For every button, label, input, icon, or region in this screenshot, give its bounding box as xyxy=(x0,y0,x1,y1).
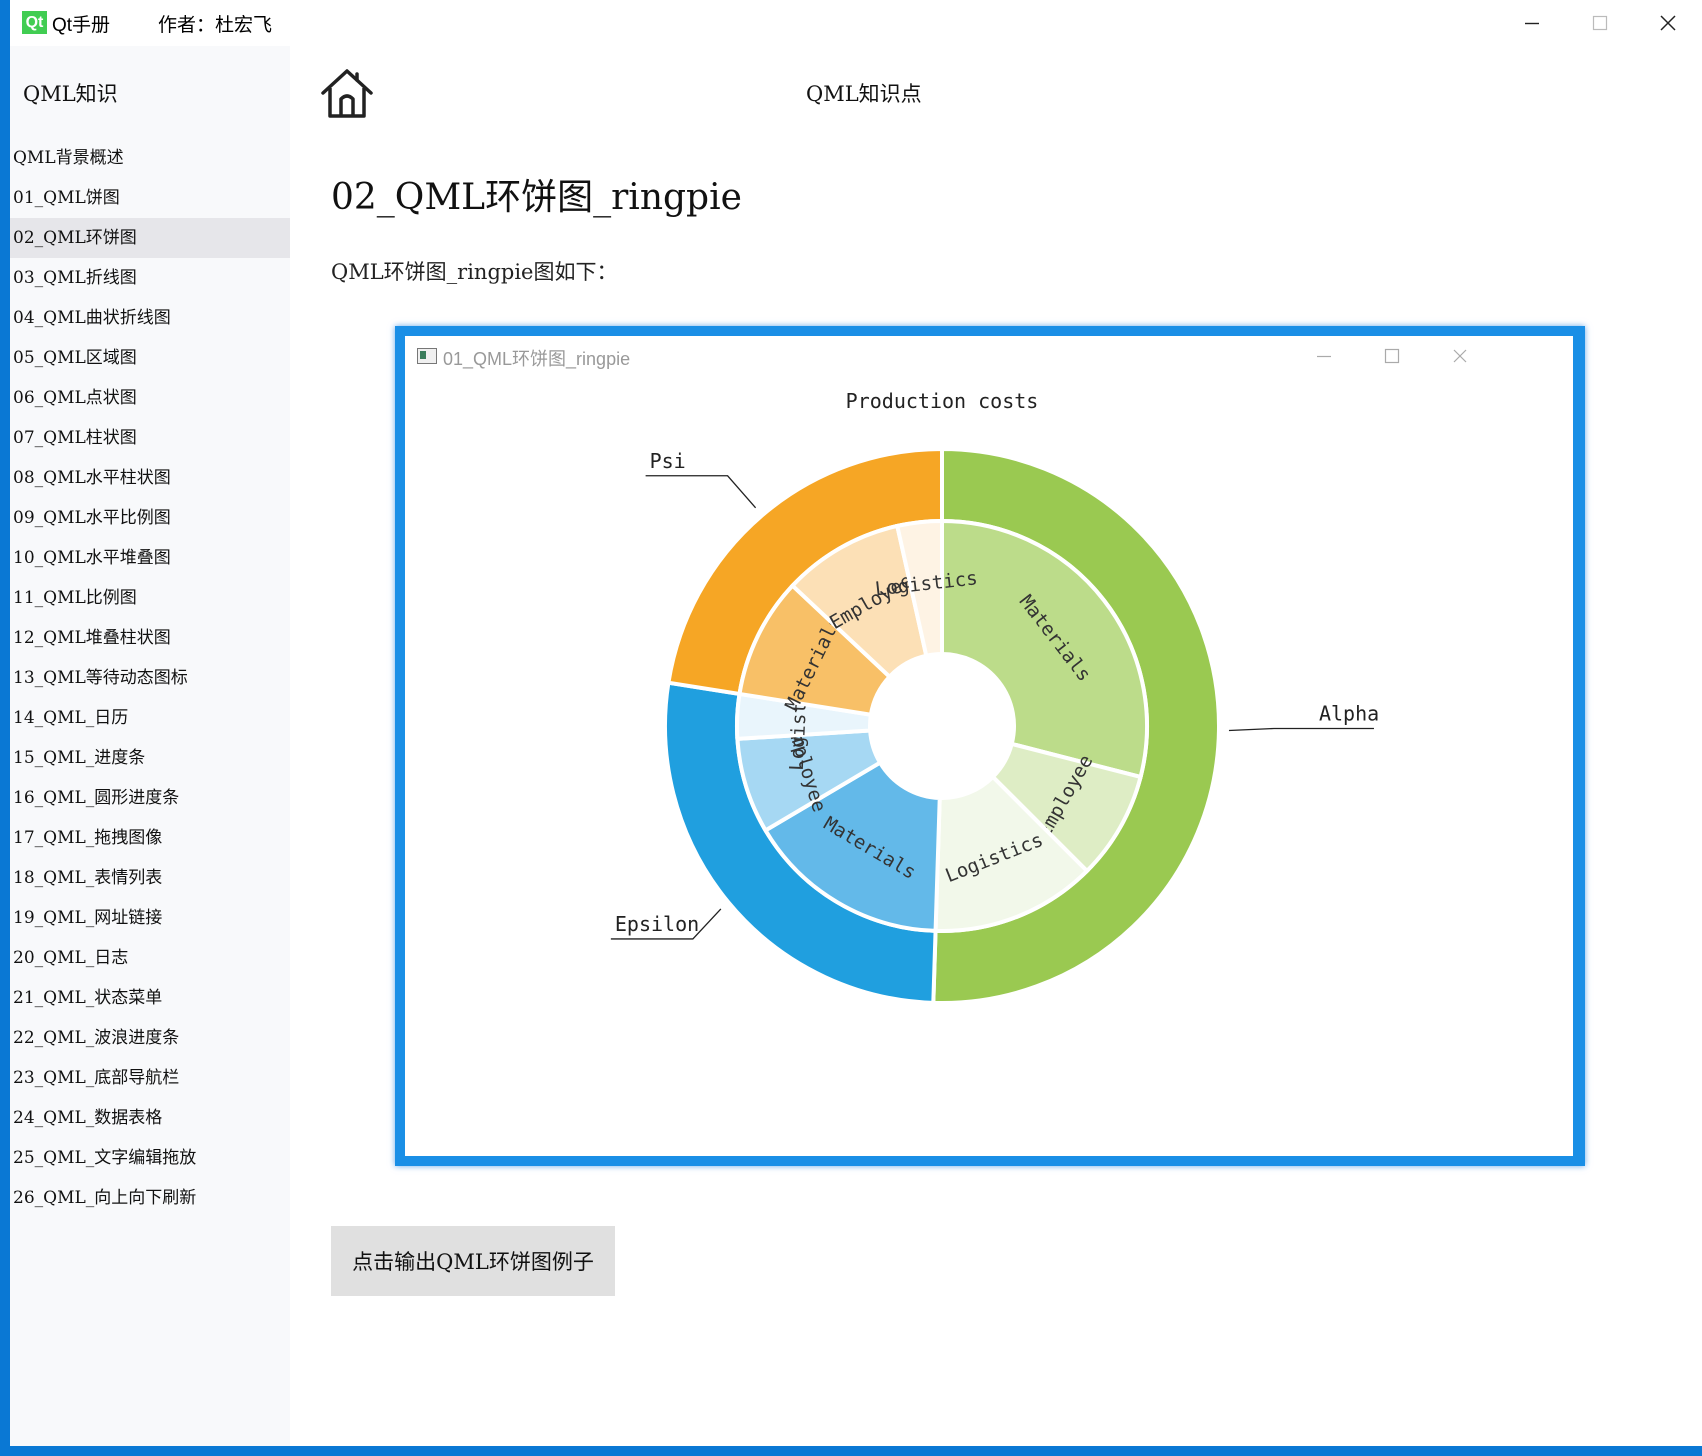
sidebar-item[interactable]: 25_QML_文字编辑拖放 xyxy=(10,1138,290,1178)
sidebar-item[interactable]: 01_QML饼图 xyxy=(10,178,290,218)
sidebar-item[interactable]: 03_QML折线图 xyxy=(10,258,290,298)
sidebar-item[interactable]: 18_QML_表情列表 xyxy=(10,858,290,898)
sidebar-item[interactable]: 13_QML等待动态图标 xyxy=(10,658,290,698)
sidebar-item[interactable]: 17_QML_拖拽图像 xyxy=(10,818,290,858)
sidebar-item[interactable]: 24_QML_数据表格 xyxy=(10,1098,290,1138)
sidebar-item[interactable]: 06_QML点状图 xyxy=(10,378,290,418)
output-example-button[interactable]: 点击输出QML环饼图例子 xyxy=(331,1226,615,1296)
sidebar-item[interactable]: 07_QML柱状图 xyxy=(10,418,290,458)
sidebar-item[interactable]: 05_QML区域图 xyxy=(10,338,290,378)
example-screenshot: 01_QML环饼图_ringpie Production costs Materi… xyxy=(395,326,1585,1166)
ring-pie-chart: Production costsMaterialsEmployeeLogisti… xyxy=(610,389,1379,1005)
sidebar-item[interactable]: 14_QML_日历 xyxy=(10,698,290,738)
header-title: QML知识点 xyxy=(806,82,922,106)
main-content: QML知识点 02_QML环饼图_ringpie QML环饼图_ringpie图… xyxy=(290,46,1702,1446)
sidebar-item[interactable]: 22_QML_波浪进度条 xyxy=(10,1018,290,1058)
outer-label: Epsilon xyxy=(615,912,699,936)
sidebar-item[interactable]: 15_QML_进度条 xyxy=(10,738,290,778)
example-window: 01_QML环饼图_ringpie Production costs Materi… xyxy=(405,336,1573,1156)
sidebar-item[interactable]: 23_QML_底部导航栏 xyxy=(10,1058,290,1098)
sidebar-item[interactable]: 11_QML比例图 xyxy=(10,578,290,618)
sidebar-item[interactable]: 16_QML_圆形进度条 xyxy=(10,778,290,818)
minimize-button[interactable] xyxy=(1498,0,1566,46)
leader-line xyxy=(645,475,757,509)
maximize-button[interactable] xyxy=(1566,0,1634,46)
minimize-icon xyxy=(1525,22,1539,25)
home-button[interactable] xyxy=(320,66,374,120)
sidebar-nav: QML背景概述 01_QML饼图 02_QML环饼图 03_QML折线图 04_QML曲… xyxy=(10,138,290,1218)
sidebar-item[interactable]: 10_QML水平堆叠图 xyxy=(10,538,290,578)
qt-logo-icon: Qt xyxy=(22,11,47,34)
sidebar-item[interactable]: 26_QML_向上向下刷新 xyxy=(10,1178,290,1218)
maximize-icon xyxy=(1592,15,1608,31)
outer-label: Psi xyxy=(650,449,686,473)
sidebar-item[interactable]: QML背景概述 xyxy=(10,138,290,178)
outer-label: Alpha xyxy=(1319,702,1379,726)
home-icon xyxy=(321,69,373,118)
page-description: QML环饼图_ringpie图如下： xyxy=(331,260,618,284)
sidebar-item[interactable]: 20_QML_日志 xyxy=(10,938,290,978)
sidebar-item[interactable]: 12_QML堆叠柱状图 xyxy=(10,618,290,658)
sidebar-item[interactable]: 21_QML_状态菜单 xyxy=(10,978,290,1018)
app-window: Qt Qt手册 作者：杜宏飞 QML知识 QML背景概述 01_QML饼图 02_Q… xyxy=(10,0,1702,1446)
close-button[interactable] xyxy=(1634,0,1702,46)
leader-line xyxy=(1228,727,1374,732)
page-title: 02_QML环饼图_ringpie xyxy=(331,177,742,218)
close-icon xyxy=(1660,15,1676,31)
sidebar-title: QML知识 xyxy=(23,82,118,106)
sidebar-item[interactable]: 02_QML环饼图 xyxy=(10,218,290,258)
chart-title: Production costs xyxy=(846,389,1039,413)
author-label: 作者：杜宏飞 xyxy=(158,15,273,36)
title-bar: Qt Qt手册 作者：杜宏飞 xyxy=(10,0,1702,46)
sidebar-item[interactable]: 08_QML水平柱状图 xyxy=(10,458,290,498)
sidebar-item[interactable]: 19_QML_网址链接 xyxy=(10,898,290,938)
sidebar: QML知识 QML背景概述 01_QML饼图 02_QML环饼图 03_QML折线图 0… xyxy=(10,46,290,1446)
sidebar-item[interactable]: 04_QML曲状折线图 xyxy=(10,298,290,338)
app-title: Qt手册 xyxy=(52,15,111,36)
sidebar-item[interactable]: 09_QML水平比例图 xyxy=(10,498,290,538)
